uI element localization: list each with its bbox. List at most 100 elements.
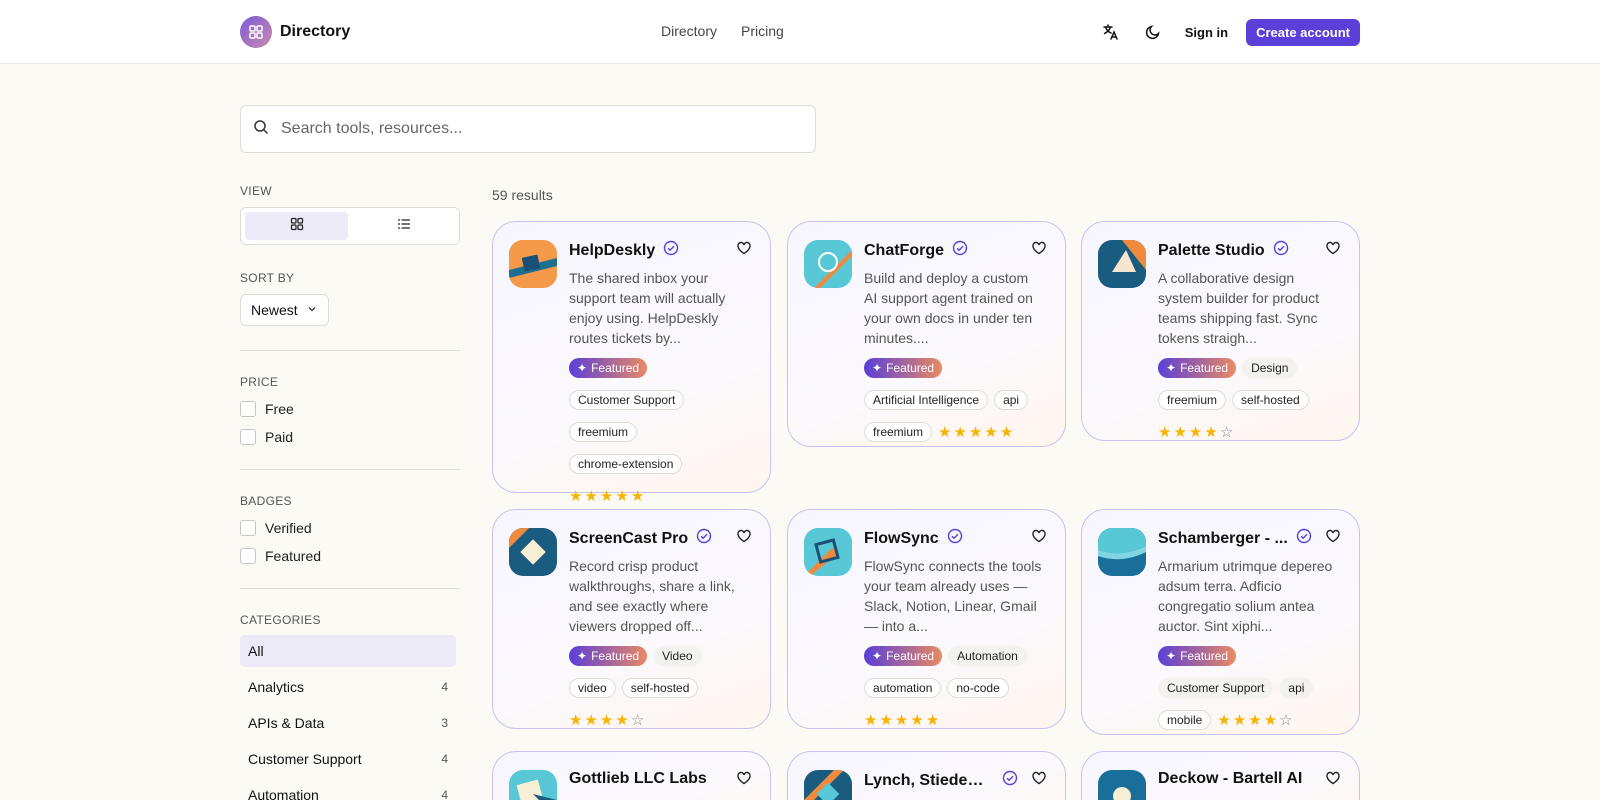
tag[interactable]: chrome-extension: [569, 454, 683, 474]
list-view-button[interactable]: [352, 212, 455, 240]
divider: [240, 588, 460, 589]
card-title: ChatForge: [864, 240, 968, 261]
tool-card-chatforge[interactable]: ChatForge Build and deploy a custom AI s…: [787, 221, 1066, 447]
category-label: All: [248, 643, 264, 659]
tool-card-palette-studio[interactable]: Palette Studio A collaborative design sy…: [1081, 221, 1360, 441]
create-account-button[interactable]: Create account: [1246, 18, 1360, 46]
sparkle-icon: ✦: [1166, 361, 1177, 375]
price-free-checkbox[interactable]: Free: [240, 395, 460, 423]
tool-card-flowsync[interactable]: FlowSync FlowSync connects the tools you…: [787, 509, 1066, 729]
logo[interactable]: Directory: [240, 16, 350, 48]
nav-directory[interactable]: Directory: [661, 23, 717, 39]
tag[interactable]: Design: [1242, 358, 1298, 378]
verified-icon: [947, 528, 963, 549]
tag[interactable]: self-hosted: [621, 678, 699, 698]
star-filled-icon: ★: [953, 423, 967, 441]
card-title: Schamberger - ...: [1158, 528, 1312, 549]
tag[interactable]: mobile: [1158, 710, 1212, 730]
heart-icon[interactable]: [1325, 240, 1341, 261]
category-count: 4: [441, 752, 448, 766]
grid-view-button[interactable]: [245, 212, 348, 240]
star-empty-icon: ☆: [630, 711, 645, 729]
badge-featured-checkbox[interactable]: Featured: [240, 542, 460, 570]
category-apis-data[interactable]: APIs & Data 3: [240, 707, 456, 739]
star-filled-icon: ★: [864, 711, 878, 729]
card-title: Deckow - Bartell AI: [1158, 770, 1302, 788]
tool-card-helpdeskly[interactable]: HelpDeskly The shared inbox your support…: [492, 221, 771, 504]
category-count: 4: [441, 788, 448, 800]
heart-icon[interactable]: [1031, 528, 1047, 549]
rating-stars: ★ ★ ★ ★ ★: [864, 710, 939, 730]
card-name: ChatForge: [864, 241, 944, 259]
badge-verified-checkbox[interactable]: Verified: [240, 514, 460, 542]
card-description: Build and deploy a custom AI support age…: [864, 270, 1033, 346]
tag[interactable]: automation: [864, 678, 942, 698]
logo-text: Directory: [280, 23, 351, 40]
star-filled-icon: ★: [999, 423, 1014, 441]
tag[interactable]: Artificial Intelligence: [864, 390, 989, 410]
heart-icon[interactable]: [1325, 528, 1341, 549]
category-all[interactable]: All: [240, 635, 456, 667]
tag[interactable]: api: [994, 390, 1029, 410]
heart-icon[interactable]: [736, 528, 752, 549]
category-automation[interactable]: Automation 4: [240, 779, 456, 800]
nav-pricing[interactable]: Pricing: [741, 23, 784, 39]
heart-icon[interactable]: [736, 240, 752, 261]
tag[interactable]: video: [569, 678, 616, 698]
category-customer-support[interactable]: Customer Support 4: [240, 743, 456, 775]
heart-icon[interactable]: [1031, 240, 1047, 261]
sign-in-button[interactable]: Sign in: [1181, 25, 1232, 40]
divider: [240, 469, 460, 470]
card-tags: ✦ Featured Customer Support freemium chro…: [569, 358, 759, 506]
tag[interactable]: Video: [653, 646, 702, 666]
featured-badge: ✦ Featured: [864, 358, 943, 378]
tag[interactable]: Customer Support: [569, 390, 685, 410]
heart-icon[interactable]: [1325, 770, 1341, 791]
card-title: Gottlieb LLC Labs: [569, 770, 707, 788]
tool-card-gottlieb[interactable]: Gottlieb LLC Labs: [492, 751, 771, 800]
tool-card-deckow[interactable]: Deckow - Bartell AI: [1081, 751, 1360, 800]
heart-icon[interactable]: [1031, 770, 1047, 791]
sparkle-icon: ✦: [1166, 649, 1177, 663]
tag[interactable]: freemium: [569, 422, 638, 442]
featured-badge: ✦ Featured: [569, 646, 648, 666]
checkbox-box[interactable]: [240, 548, 256, 564]
card-tags: ✦ Featured Customer Support api mobile ★ ★…: [1158, 646, 1348, 730]
lynch-logo-icon: [804, 770, 852, 800]
tag[interactable]: Automation: [948, 646, 1027, 666]
view-toggle: [240, 207, 460, 245]
top-bar: Directory Directory Pricing Sign in Crea…: [0, 0, 1600, 64]
star-filled-icon: ★: [910, 711, 924, 729]
sort-label: SORT BY: [240, 271, 295, 285]
tool-card-screencast-pro[interactable]: ScreenCast Pro Record crisp product walk…: [492, 509, 771, 729]
category-label: Automation: [248, 787, 319, 800]
tag[interactable]: Customer Support: [1158, 678, 1274, 698]
tag[interactable]: freemium: [1158, 390, 1227, 410]
search-input[interactable]: [281, 120, 781, 138]
tool-card-schamberger[interactable]: Schamberger - ... Armarium utrimque depe…: [1081, 509, 1360, 735]
verified-icon: [1002, 770, 1018, 791]
tag[interactable]: freemium: [864, 422, 933, 442]
star-filled-icon: ★: [584, 711, 598, 729]
card-name: Deckow - Bartell AI: [1158, 770, 1303, 787]
tag[interactable]: no-code: [947, 678, 1009, 698]
heart-icon[interactable]: [736, 770, 752, 791]
price-paid-checkbox[interactable]: Paid: [240, 423, 460, 451]
category-analytics[interactable]: Analytics 4: [240, 671, 456, 703]
dark-mode-icon[interactable]: [1139, 18, 1167, 46]
tool-card-lynch[interactable]: Lynch, Stiedem...: [787, 751, 1066, 800]
verified-icon: [1273, 240, 1289, 261]
tag[interactable]: self-hosted: [1232, 390, 1309, 410]
language-icon[interactable]: [1097, 18, 1125, 46]
featured-badge: ✦ Featured: [864, 646, 943, 666]
tag[interactable]: api: [1279, 678, 1314, 698]
checkbox-box[interactable]: [240, 429, 256, 445]
grid-logo-icon: [240, 16, 272, 48]
checkbox-box[interactable]: [240, 401, 256, 417]
category-label: Analytics: [248, 679, 305, 695]
featured-label: Featured: [591, 649, 640, 663]
sort-select[interactable]: Newest: [240, 294, 329, 326]
checkbox-box[interactable]: [240, 520, 256, 536]
helpdeskly-logo-icon: [509, 240, 557, 288]
grid-icon: [290, 217, 304, 236]
